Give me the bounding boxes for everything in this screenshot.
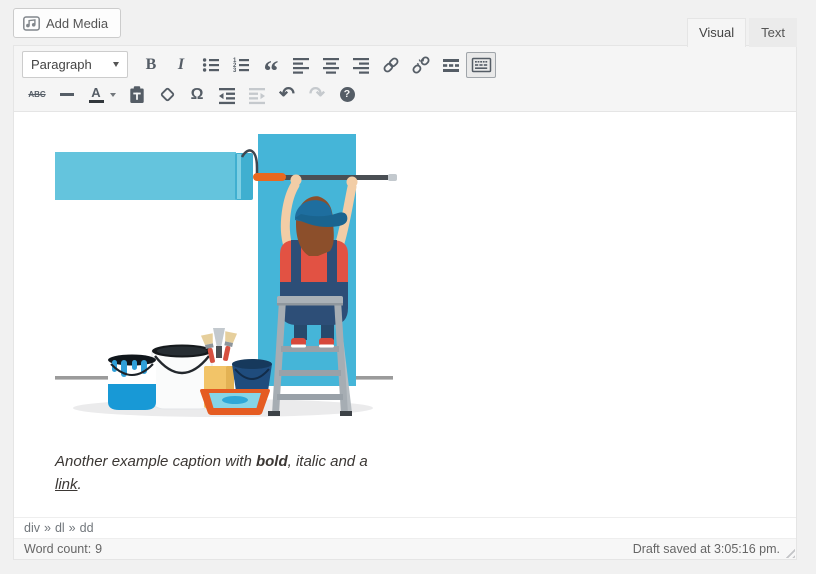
- path-separator: »: [43, 521, 51, 535]
- paste-as-text-icon: [130, 85, 144, 103]
- path-element-div[interactable]: div: [24, 521, 40, 535]
- redo-button[interactable]: ↷: [302, 82, 332, 108]
- content-image[interactable]: [55, 132, 397, 422]
- tab-text[interactable]: Text: [749, 18, 797, 47]
- align-center-icon: [323, 57, 339, 74]
- path-element-dd[interactable]: dd: [80, 521, 94, 535]
- strikethrough-button[interactable]: ABC: [22, 82, 52, 108]
- caption-text-2: , italic and a: [287, 453, 368, 470]
- clear-formatting-button[interactable]: [152, 82, 182, 108]
- draft-saved-status: Draft saved at 3:05:16 pm.: [632, 542, 780, 556]
- element-path-bar: div » dl » dd: [14, 517, 796, 538]
- strikethrough-icon: ABC: [28, 90, 46, 99]
- read-more-icon: [443, 58, 459, 72]
- blockquote-button[interactable]: “: [256, 52, 286, 88]
- blockquote-icon: “: [263, 54, 279, 88]
- caption-link[interactable]: link: [55, 476, 78, 493]
- editor-top-bar: Add Media Visual Text: [13, 7, 797, 47]
- link-icon: [383, 57, 399, 72]
- read-more-tag-button[interactable]: [436, 52, 466, 78]
- help-button[interactable]: ?: [332, 82, 362, 108]
- editor-resize-handle[interactable]: [782, 545, 795, 558]
- text-color-caret-icon: [109, 92, 116, 97]
- align-right-button[interactable]: [346, 52, 376, 78]
- align-left-button[interactable]: [286, 52, 316, 78]
- help-icon: ?: [339, 87, 355, 102]
- omega-icon: Ω: [190, 85, 204, 103]
- caption-text: Another example caption with: [55, 453, 256, 470]
- eraser-icon: [160, 87, 174, 102]
- paragraph-format-value: Paragraph: [31, 57, 92, 72]
- word-count-label: Word count:: [24, 542, 92, 556]
- editor-toolbar: Paragraph B I 1 2 3 “ ABC A Ω ↶ ↷ ?: [14, 46, 796, 112]
- remove-link-button[interactable]: [406, 52, 436, 78]
- editor-footer: Word count: 9 Draft saved at 3:05:16 pm.: [14, 538, 796, 559]
- text-color-button[interactable]: A: [82, 82, 122, 108]
- toolbar-row-2: ABC A Ω ↶ ↷ ?: [22, 80, 790, 109]
- path-element-dl[interactable]: dl: [55, 521, 65, 535]
- undo-icon: ↶: [279, 84, 295, 105]
- toolbar-row-1: Paragraph B I 1 2 3 “: [22, 49, 790, 88]
- add-media-button[interactable]: Add Media: [13, 8, 122, 38]
- align-center-button[interactable]: [316, 52, 346, 78]
- bold-button[interactable]: B: [136, 52, 166, 78]
- image-caption[interactable]: Another example caption with bold, itali…: [55, 450, 377, 496]
- editor-canvas[interactable]: Another example caption with bold, itali…: [14, 112, 796, 517]
- wordpress-editor-page: { "theme": { "colors": { "page_bg":"#f1f…: [0, 0, 816, 574]
- horizontal-rule-button[interactable]: [52, 82, 82, 108]
- italic-icon: I: [177, 55, 185, 73]
- insert-link-button[interactable]: [376, 52, 406, 78]
- editor-mode-tabs: Visual Text: [686, 18, 797, 47]
- word-count: Word count: 9: [24, 542, 102, 556]
- numbered-list-button[interactable]: 1 2 3: [226, 52, 256, 78]
- redo-icon: ↷: [309, 84, 325, 105]
- bulleted-list-button[interactable]: [196, 52, 226, 78]
- toolbar-toggle-icon: [471, 57, 491, 72]
- caption-bold-text: bold: [255, 453, 288, 470]
- outdent-icon: [219, 87, 235, 104]
- italic-button[interactable]: I: [166, 52, 196, 78]
- unlink-icon: [412, 56, 430, 73]
- painted-stripe: [55, 152, 236, 200]
- bulleted-list-icon: [202, 57, 219, 72]
- align-right-icon: [353, 57, 369, 74]
- word-count-value: 9: [95, 542, 103, 556]
- svg-text:3: 3: [233, 68, 237, 74]
- editor-container: Paragraph B I 1 2 3 “ ABC A Ω ↶ ↷ ? Anot…: [13, 45, 797, 560]
- align-left-icon: [293, 57, 309, 74]
- indent-icon: [249, 87, 265, 104]
- path-separator: »: [68, 521, 76, 535]
- tab-visual[interactable]: Visual: [686, 18, 747, 47]
- numbered-list-icon: 1 2 3: [233, 58, 249, 74]
- roller-tray: [200, 389, 270, 415]
- paste-as-text-button[interactable]: [122, 82, 152, 108]
- decrease-indent-button[interactable]: [212, 82, 242, 108]
- chevron-down-icon: [113, 62, 119, 67]
- special-character-button[interactable]: Ω: [182, 82, 212, 108]
- add-media-label: Add Media: [46, 15, 109, 31]
- paragraph-format-select[interactable]: Paragraph: [22, 51, 128, 78]
- toolbar-toggle-button[interactable]: [466, 51, 496, 78]
- caption-text-3: .: [77, 476, 82, 493]
- text-color-icon: A: [88, 86, 104, 104]
- media-icon: [23, 15, 40, 31]
- bold-icon: B: [145, 55, 157, 73]
- horizontal-rule-icon: [60, 93, 74, 96]
- blue-paint-can: [108, 354, 156, 410]
